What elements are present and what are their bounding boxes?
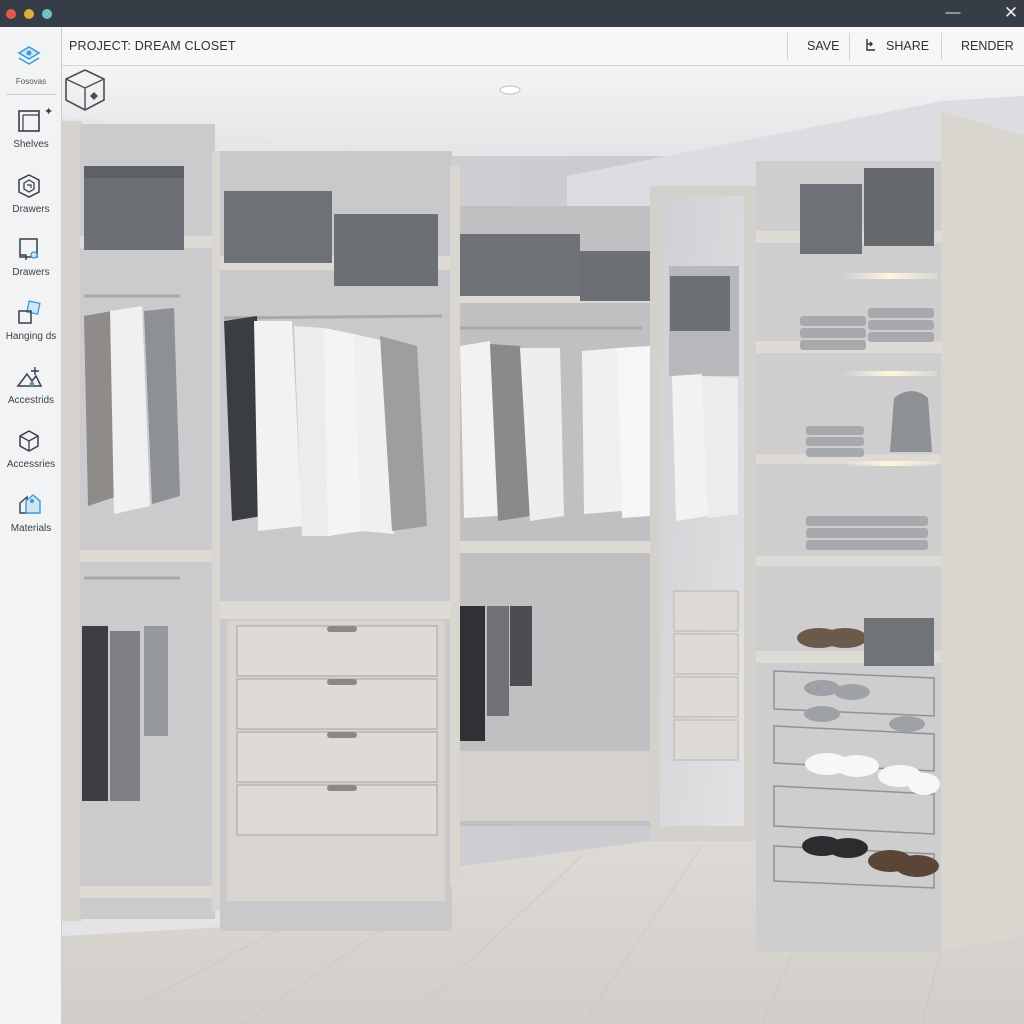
cube-icon [19,430,39,452]
sidebar-item-accessries[interactable]: Accessries [0,419,62,481]
closet-render [62,66,1024,1024]
sidebar-item-accestrids[interactable]: Accestrids [0,355,62,417]
toolbar-divider [849,33,850,60]
sidebar-item-label: Shelves [13,139,49,150]
tool-sidebar: Fosovas ✦ Shelves Drawers Drawers Hangin… [0,27,62,1024]
top-toolbar: PROJECT: DREAM CLOSET SAVE SHARE RENDER [62,27,1024,66]
sidebar-item-drawers-2[interactable]: Drawers [0,227,62,289]
sidebar-item-label: Materials [10,523,52,534]
sidebar-item-shelves[interactable]: ✦ Shelves [0,99,62,161]
view-cube-icon[interactable] [62,66,108,114]
toolbar-divider [787,33,788,60]
sidebar-item-label: Drawers [12,267,50,278]
project-title: PROJECT: DREAM CLOSET [69,39,236,53]
design-viewport[interactable] [62,66,1024,1024]
sidebar-item-drawers[interactable]: Drawers [0,164,62,226]
save-button[interactable]: SAVE [807,27,839,66]
accessories-icon [16,367,43,387]
add-icon: ✦ [44,106,54,118]
render-button[interactable]: RENDER [961,27,1014,66]
sidebar-item-fosovas[interactable]: Fosovas [0,35,62,97]
shelf-icon [18,110,40,132]
window-title-bar: — ✕ [0,0,1024,27]
sidebar-item-label: Fosovas [15,77,47,86]
sidebar-divider [6,94,56,95]
toolbar-divider [941,33,942,60]
sidebar-item-materials[interactable]: Materials [0,483,62,545]
share-label: SHARE [886,39,930,53]
hanging-icon [18,300,41,324]
sidebar-item-label: Accestrids [7,395,55,406]
maximize-window-dot[interactable] [42,9,52,19]
drawer-icon [19,238,38,260]
sidebar-item-label: Hanging ds [5,331,57,342]
close-window-dot[interactable] [6,9,16,19]
sidebar-item-hanging[interactable]: Hanging ds [0,291,62,353]
share-button[interactable]: SHARE [865,27,929,66]
share-icon [866,39,875,51]
materials-icon [19,494,41,514]
sidebar-item-label: Drawers [12,204,50,215]
drawer-box-icon [18,174,40,198]
sidebar-item-label: Accessries [6,459,56,470]
minimize-window-dot[interactable] [24,9,34,19]
close-icon[interactable]: ✕ [1000,3,1022,23]
layers-icon [17,46,41,65]
minimize-icon[interactable]: — [942,3,964,23]
